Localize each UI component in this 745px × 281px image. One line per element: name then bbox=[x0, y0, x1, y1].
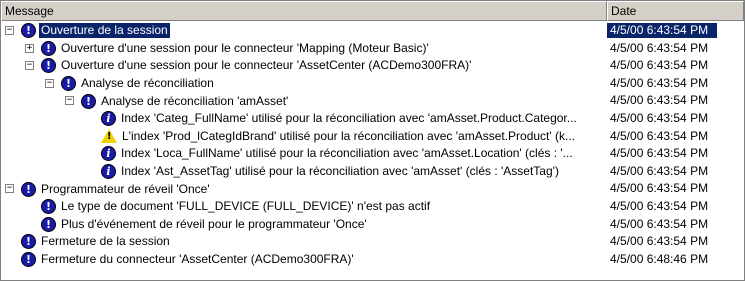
log-tree-view[interactable]: Message Date −! Ouverture de la session 4/… bbox=[0, 0, 745, 281]
message-text: Analyse de réconciliation bbox=[81, 76, 214, 91]
tree-row[interactable]: ! Fermeture de la session 4/5/00 6:43:54 P… bbox=[1, 233, 744, 251]
tree-rows: −! Ouverture de la session 4/5/00 6:43:54 … bbox=[1, 22, 744, 268]
tree-row[interactable]: −! Analyse de réconciliation 'amAsset' 4/5… bbox=[1, 92, 744, 110]
exclamation-icon: ! bbox=[21, 252, 36, 268]
column-header-message[interactable]: Message bbox=[1, 1, 607, 21]
date-cell: 4/5/00 6:43:54 PM bbox=[610, 163, 709, 178]
message-text: Plus d'événement de réveil pour le progr… bbox=[61, 216, 367, 231]
exclamation-icon: ! bbox=[41, 40, 56, 56]
tree-row-label: ! Fermeture du connecteur 'AssetCenter (A… bbox=[21, 251, 356, 269]
tree-row-label: ! Le type de document 'FULL_DEVICE (FULL_… bbox=[41, 198, 432, 216]
tree-row[interactable]: −! Analyse de réconciliation 4/5/00 6:43:5… bbox=[1, 75, 744, 93]
date-cell: 4/5/00 6:43:54 PM bbox=[610, 216, 709, 231]
exclamation-icon: ! bbox=[21, 234, 36, 250]
column-header-date[interactable]: Date bbox=[607, 1, 744, 21]
tree-row-label: ! Ouverture de la session bbox=[21, 22, 170, 40]
date-cell: 4/5/00 6:43:54 PM bbox=[610, 93, 709, 108]
exclamation-icon: ! bbox=[81, 93, 96, 109]
date-cell: 4/5/00 6:43:54 PM bbox=[610, 181, 709, 196]
tree-row-label: i Index 'Categ_FullName' utilisé pour la … bbox=[101, 110, 579, 128]
message-text: Analyse de réconciliation 'amAsset' bbox=[101, 93, 289, 108]
message-text: Index 'Loca_FullName' utilisé pour la ré… bbox=[121, 146, 573, 161]
message-text: Le type de document 'FULL_DEVICE (FULL_D… bbox=[61, 199, 431, 214]
date-cell: 4/5/00 6:48:46 PM bbox=[610, 251, 709, 266]
message-text: Index 'Ast_AssetTag' utilisé pour la réc… bbox=[121, 164, 559, 179]
info-icon: i bbox=[101, 164, 116, 180]
date-cell: 4/5/00 6:43:54 PM bbox=[610, 40, 709, 55]
exclamation-icon: ! bbox=[41, 199, 56, 215]
message-text: Ouverture d'une session pour le connecte… bbox=[61, 40, 429, 55]
tree-row-label: ! Fermeture de la session bbox=[21, 233, 172, 251]
tree-row[interactable]: ! Le type de document 'FULL_DEVICE (FULL_… bbox=[1, 198, 744, 216]
collapse-button[interactable]: − bbox=[65, 96, 74, 106]
tree-row[interactable]: ! L'index 'Prod_lCategIdBrand' utilisé po… bbox=[1, 128, 744, 146]
message-text: Fermeture de la session bbox=[41, 234, 170, 249]
exclamation-icon: ! bbox=[41, 58, 56, 74]
message-text: L'index 'Prod_lCategIdBrand' utilisé pou… bbox=[122, 128, 576, 143]
tree-row-label: ! Analyse de réconciliation bbox=[61, 75, 216, 93]
column-header-bar: Message Date bbox=[1, 1, 744, 21]
tree-row[interactable]: i Index 'Categ_FullName' utilisé pour la … bbox=[1, 110, 744, 128]
message-text: Ouverture de la session bbox=[39, 23, 170, 39]
tree-row-label: ! Programmateur de réveil 'Once' bbox=[21, 180, 212, 198]
tree-row[interactable]: −! Ouverture de la session 4/5/00 6:43:54 … bbox=[1, 22, 744, 40]
date-cell: 4/5/00 6:43:54 PM bbox=[610, 75, 709, 90]
message-text: Fermeture du connecteur 'AssetCenter (AC… bbox=[41, 252, 354, 267]
tree-row[interactable]: ! Plus d'événement de réveil pour le prog… bbox=[1, 216, 744, 234]
tree-row-label: ! Analyse de réconciliation 'amAsset' bbox=[81, 92, 290, 110]
tree-row[interactable]: i Index 'Ast_AssetTag' utilisé pour la ré… bbox=[1, 163, 744, 181]
info-icon: i bbox=[101, 111, 116, 127]
date-cell: 4/5/00 6:43:54 PM bbox=[610, 58, 709, 73]
date-cell: 4/5/00 6:43:54 PM bbox=[610, 128, 709, 143]
date-cell: 4/5/00 6:43:54 PM bbox=[610, 110, 709, 125]
collapse-button[interactable]: − bbox=[45, 78, 54, 88]
collapse-button[interactable]: − bbox=[5, 26, 14, 35]
message-text: Index 'Categ_FullName' utilisé pour la r… bbox=[121, 111, 577, 126]
date-cell: 4/5/00 6:43:54 PM bbox=[610, 198, 709, 213]
date-cell: 4/5/00 6:43:54 PM bbox=[610, 234, 709, 249]
date-cell: 4/5/00 6:43:54 PM bbox=[607, 23, 717, 38]
tree-row[interactable]: ! Fermeture du connecteur 'AssetCenter (A… bbox=[1, 251, 744, 269]
tree-row-label: i Index 'Ast_AssetTag' utilisé pour la ré… bbox=[101, 163, 561, 181]
tree-row-label: ! Ouverture d'une session pour le connect… bbox=[41, 40, 431, 58]
info-icon: i bbox=[101, 146, 116, 162]
exclamation-icon: ! bbox=[41, 216, 56, 232]
message-text: Programmateur de réveil 'Once' bbox=[41, 181, 210, 196]
collapse-button[interactable]: − bbox=[5, 184, 14, 194]
exclamation-icon: ! bbox=[21, 181, 36, 197]
exclamation-icon: ! bbox=[21, 23, 36, 39]
tree-row[interactable]: −! Ouverture d'une session pour le connec… bbox=[1, 57, 744, 75]
message-text: Ouverture d'une session pour le connecte… bbox=[61, 58, 472, 73]
date-cell: 4/5/00 6:43:54 PM bbox=[610, 146, 709, 161]
tree-row[interactable]: +! Ouverture d'une session pour le connec… bbox=[1, 40, 744, 58]
tree-row-label: ! Plus d'événement de réveil pour le prog… bbox=[41, 216, 369, 234]
tree-row-label: i Index 'Loca_FullName' utilisé pour la r… bbox=[101, 145, 575, 163]
warning-icon: ! bbox=[101, 129, 117, 144]
expand-button[interactable]: + bbox=[25, 43, 34, 53]
tree-row-label: ! Ouverture d'une session pour le connect… bbox=[41, 57, 473, 75]
tree-row[interactable]: −! Programmateur de réveil 'Once' 4/5/00 6… bbox=[1, 180, 744, 198]
exclamation-icon: ! bbox=[61, 76, 76, 92]
tree-row-label: ! L'index 'Prod_lCategIdBrand' utilisé po… bbox=[101, 128, 577, 146]
tree-row[interactable]: i Index 'Loca_FullName' utilisé pour la r… bbox=[1, 145, 744, 163]
collapse-button[interactable]: − bbox=[25, 61, 34, 71]
